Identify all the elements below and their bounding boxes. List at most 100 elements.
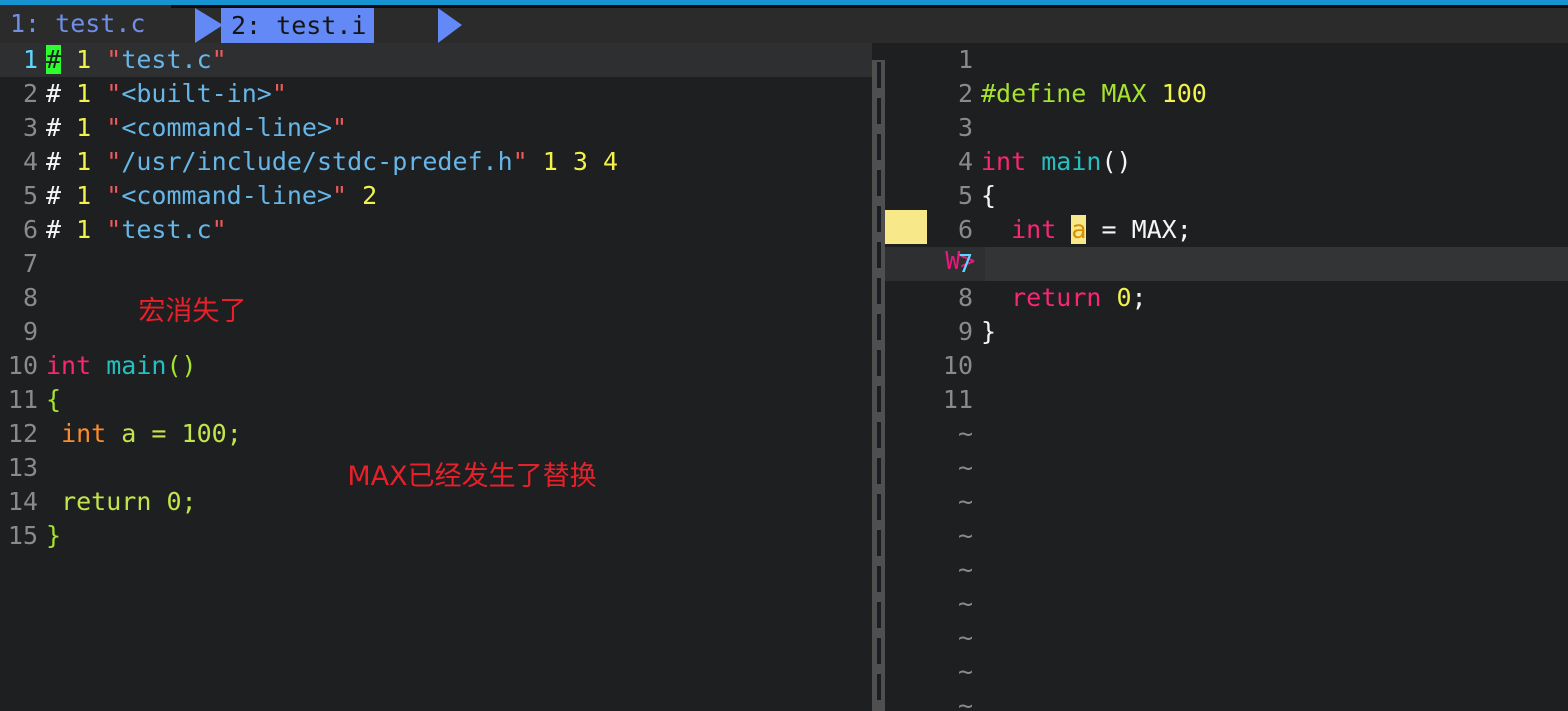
code-token: 0 xyxy=(1116,283,1132,312)
code-token: { xyxy=(981,181,997,210)
code-token: " xyxy=(106,215,122,244)
code-token: } xyxy=(46,521,62,550)
editor-line[interactable]: 10 int main() xyxy=(0,349,872,383)
line-content: { xyxy=(981,181,996,210)
code-token: a xyxy=(1071,215,1087,244)
split-top-gap xyxy=(872,43,885,60)
line-content: # 1 "test.c" xyxy=(46,215,227,244)
editor-line[interactable]: 5{ xyxy=(885,179,1568,213)
code-token: # xyxy=(46,113,62,142)
editor-line[interactable]: 11 { xyxy=(0,383,872,417)
line-number: 13 xyxy=(7,453,38,482)
line-content: # 1 "/usr/include/stdc-predef.h" 1 3 4 xyxy=(46,147,618,176)
editor-line[interactable]: 15} xyxy=(0,519,872,553)
code-token: " xyxy=(106,147,122,176)
editor-line[interactable]: 4 int main() xyxy=(885,145,1568,179)
editor-line[interactable]: 6 int a = MAX; xyxy=(885,213,1568,247)
code-token: # xyxy=(46,79,62,108)
line-number: 5 xyxy=(22,181,38,210)
tilde-icon: ~ xyxy=(957,521,973,550)
line-content: int a = MAX; xyxy=(981,215,1192,244)
tab-test-c-label: 1: test.c xyxy=(10,9,146,38)
code-token: MAX xyxy=(1101,79,1147,108)
editor-line[interactable]: 3 # 1 "<command-line>" xyxy=(0,111,872,145)
code-token: a xyxy=(121,419,137,448)
right-editor-pane[interactable]: 1 2 #define MAX 100 3 4 int main() 5{6 int a =… xyxy=(885,43,1568,711)
annotation-2-text: MAX已经发生了替换 xyxy=(347,461,597,492)
tabline: 1: test.c 2: test.i xyxy=(0,5,1568,43)
line-number: 12 xyxy=(7,419,38,448)
tab-test-c[interactable]: 1: test.c xyxy=(0,5,172,43)
line-content: } xyxy=(46,521,61,550)
line-number: 1 xyxy=(22,45,38,74)
empty-line-filler: ~ xyxy=(885,451,1568,485)
sign-column-warning-marker[interactable]: W> xyxy=(885,210,975,275)
line-number: 8 xyxy=(22,283,38,312)
empty-line-filler: ~ xyxy=(885,553,1568,587)
code-token: test.c xyxy=(121,45,212,74)
line-content: return 0; xyxy=(981,283,1147,312)
tilde-icon: ~ xyxy=(957,691,973,711)
editor-line[interactable]: 3 xyxy=(885,111,1568,145)
line-number: 9 xyxy=(22,317,38,346)
editor-line[interactable]: 4 # 1 "/usr/include/stdc-predef.h" 1 3 4 xyxy=(0,145,872,179)
line-content: } xyxy=(981,317,996,346)
tilde-icon: ~ xyxy=(957,419,973,448)
code-token: <command-line> xyxy=(121,181,333,210)
editor-line[interactable]: 1 # 1 "test.c" xyxy=(0,43,872,77)
editor-line[interactable]: 6 # 1 "test.c" xyxy=(0,213,872,247)
line-number: 7 xyxy=(22,249,38,278)
editor-line[interactable]: 8 return 0; xyxy=(885,281,1568,315)
line-content: { xyxy=(46,385,61,414)
code-token: # xyxy=(46,181,62,210)
tab-test-i[interactable]: 2: test.i xyxy=(221,8,375,43)
line-number: 4 xyxy=(957,147,973,176)
code-token: " xyxy=(106,113,122,142)
vertical-scrollbar-thumb[interactable] xyxy=(877,62,881,707)
code-token: main xyxy=(106,351,167,380)
line-content: # 1 "<built-in>" xyxy=(46,79,287,108)
editor-line[interactable]: 11 xyxy=(885,383,1568,417)
code-token: ; xyxy=(226,419,242,448)
code-token: 100 xyxy=(1161,79,1207,108)
code-token: { xyxy=(46,385,62,414)
editor-line[interactable]: 1 xyxy=(885,43,1568,77)
code-token: " xyxy=(106,181,122,210)
code-token: <command-line> xyxy=(121,113,333,142)
code-token: 0 xyxy=(166,487,182,516)
line-content: # 1 "test.c" xyxy=(46,45,227,74)
code-token: test.c xyxy=(121,215,212,244)
code-token: ; xyxy=(1131,283,1147,312)
empty-line-filler: ~ xyxy=(885,519,1568,553)
code-token: int xyxy=(61,419,107,448)
code-token: 1 xyxy=(542,147,558,176)
annotation-1-text: 宏消失了 xyxy=(138,296,247,327)
line-number: 11 xyxy=(7,385,38,414)
editor-line[interactable]: 2 #define MAX 100 xyxy=(885,77,1568,111)
code-token: " xyxy=(106,79,122,108)
code-token: () xyxy=(1101,147,1132,176)
line-content: # 1 "<command-line>" 2 xyxy=(46,181,377,210)
editor-line[interactable]: 9} xyxy=(885,315,1568,349)
editor-line[interactable]: 10 xyxy=(885,349,1568,383)
line-number: 6 xyxy=(22,215,38,244)
line-number: 4 xyxy=(22,147,38,176)
code-token: MAX xyxy=(1131,215,1177,244)
editor-line[interactable]: 7 xyxy=(885,247,1568,281)
line-content: int a = 100; xyxy=(46,419,242,448)
editor-line[interactable]: 5 # 1 "<command-line>" 2 xyxy=(0,179,872,213)
editor-line[interactable]: 2 # 1 "<built-in>" xyxy=(0,77,872,111)
left-editor-pane[interactable]: 1 # 1 "test.c" 2 # 1 "<built-in>" 3 # 1 "<com… xyxy=(0,43,872,711)
empty-line-filler: ~ xyxy=(885,587,1568,621)
